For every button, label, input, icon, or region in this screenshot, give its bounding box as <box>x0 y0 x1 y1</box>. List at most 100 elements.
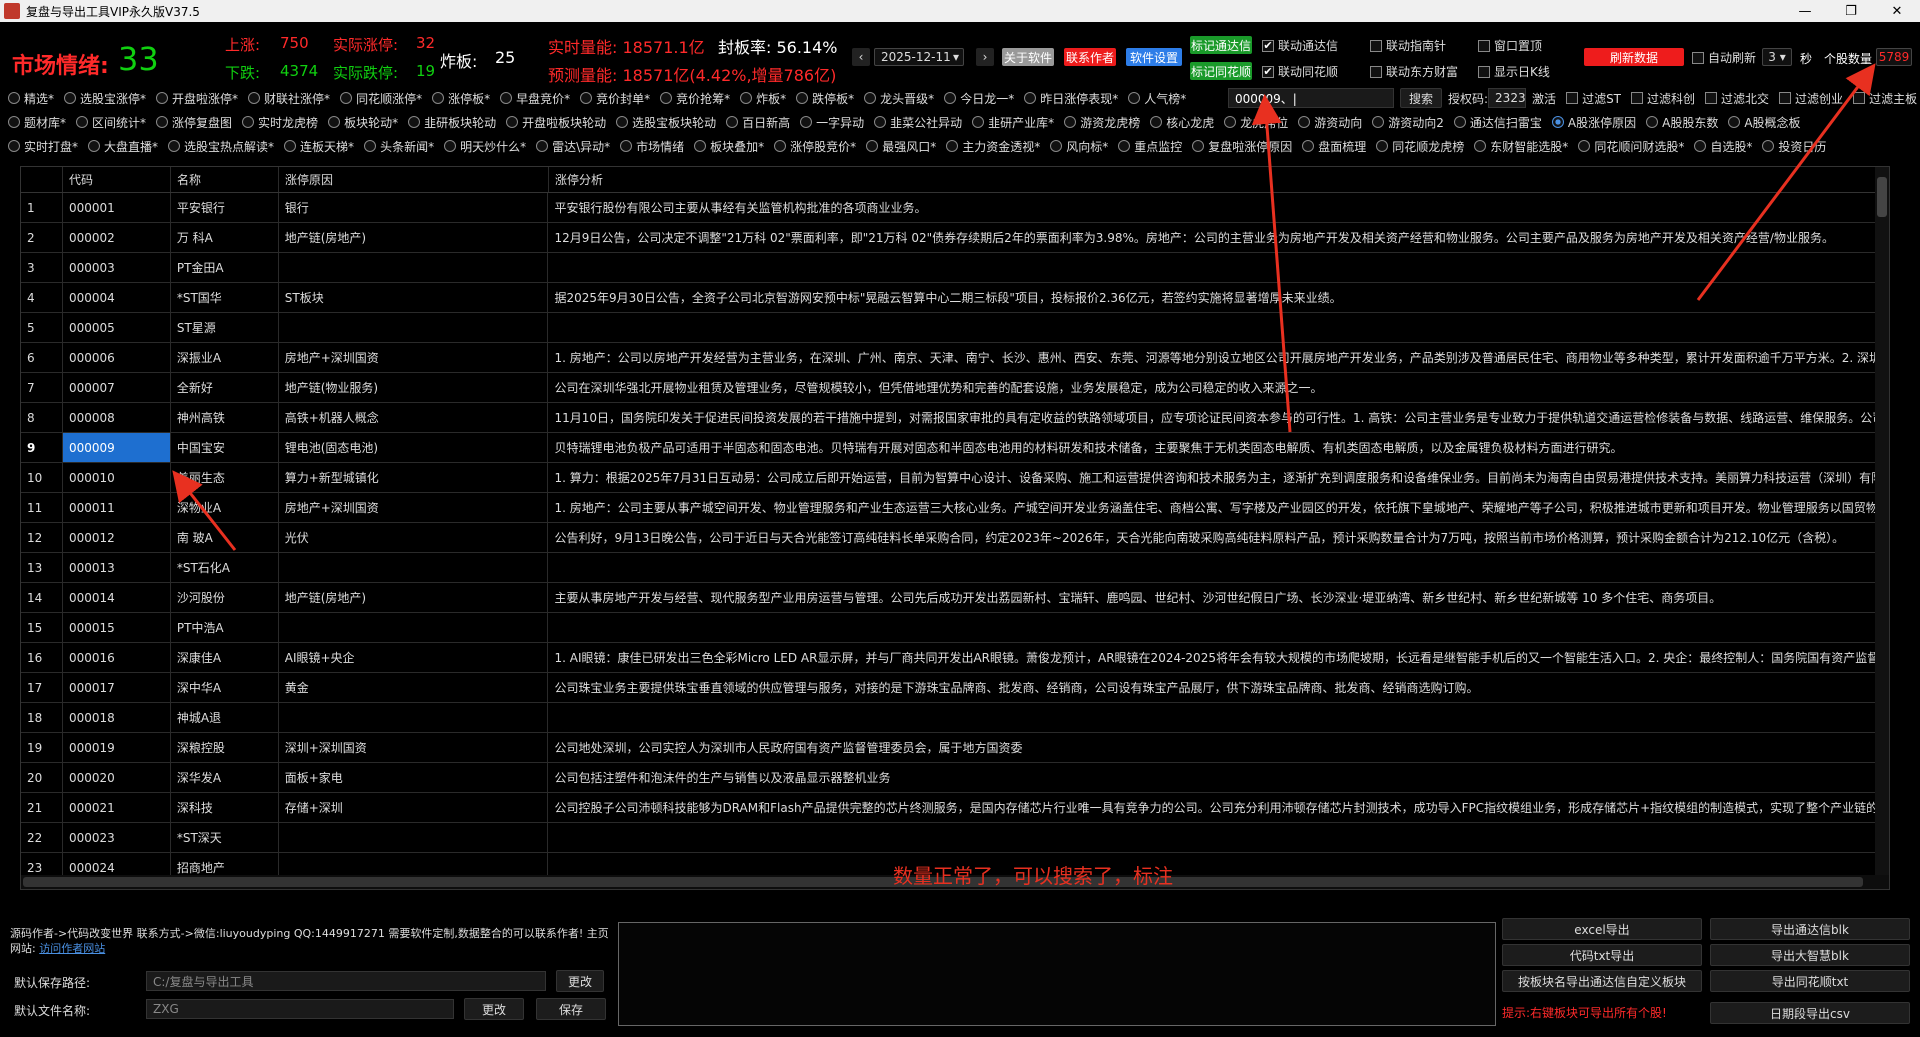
stock-name[interactable]: 神城A退 <box>171 703 279 732</box>
limit-up-reason[interactable]: 锂电池(固态电池) <box>279 433 549 462</box>
window-top-toggle[interactable]: 窗口置顶 <box>1478 37 1542 54</box>
limit-up-analysis[interactable]: 公司珠宝业务主要提供珠宝垂直领域的供应管理与服务，对接的是下游珠宝品牌商、批发商… <box>548 673 1889 702</box>
limit-up-analysis[interactable]: 11月10日，国务院印发关于促进民间投资发展的若干措施中提到，对需报国家审批的具… <box>548 403 1889 432</box>
next-date-button[interactable]: › <box>976 48 994 66</box>
limit-up-analysis[interactable]: 1. 房地产：公司以房地产开发经营为主营业务，在深圳、广州、南京、天津、南宁、长… <box>548 343 1889 372</box>
stock-name[interactable]: 深粮控股 <box>171 733 279 762</box>
filter-r2-15[interactable]: 游资动向 <box>1298 114 1362 131</box>
stock-code[interactable]: 000019 <box>63 733 171 762</box>
filter-r2-17[interactable]: 通达信扫雷宝 <box>1453 114 1542 131</box>
filter-r1-2[interactable]: 开盘啦涨停* <box>156 90 238 107</box>
row-index[interactable]: 13 <box>21 553 63 582</box>
filter-r1-4[interactable]: 同花顺涨停* <box>340 90 422 107</box>
filter-r1-13[interactable]: 昨日涨停表现* <box>1024 90 1118 107</box>
stock-code[interactable]: 000001 <box>63 193 171 222</box>
filter-r3-12[interactable]: 风向标* <box>1050 138 1108 155</box>
stock-code[interactable]: 000021 <box>63 793 171 822</box>
row-index[interactable]: 6 <box>21 343 63 372</box>
stock-name[interactable]: 深华发A <box>171 763 279 792</box>
limit-up-reason[interactable]: 面板+家电 <box>279 763 549 792</box>
filter-r2-4[interactable]: 板块轮动* <box>328 114 398 131</box>
link-znz-toggle[interactable]: 联动指南针 <box>1370 37 1446 54</box>
filter-r1-3[interactable]: 财联社涨停* <box>248 90 330 107</box>
filter-r3-7[interactable]: 市场情绪 <box>620 138 684 155</box>
filter-r3-17[interactable]: 东财智能选股* <box>1474 138 1568 155</box>
limit-up-reason[interactable]: 存储+深圳 <box>279 793 549 822</box>
vertical-scrollbar[interactable] <box>1875 167 1889 889</box>
limit-up-analysis[interactable] <box>548 313 1889 342</box>
code-txt-export-button[interactable]: 代码txt导出 <box>1502 944 1702 966</box>
stock-name[interactable]: 深中华A <box>171 673 279 702</box>
stock-name[interactable]: 深振业A <box>171 343 279 372</box>
table-row[interactable]: 9 000009 中国宝安 锂电池(固态电池) 贝特瑞锂电池负极产品可适用于半固态和固态… <box>21 433 1889 463</box>
stock-code[interactable]: 000006 <box>63 343 171 372</box>
limit-up-reason[interactable] <box>279 613 549 642</box>
file-name-input[interactable]: ZXG <box>146 999 454 1019</box>
table-row[interactable]: 1 000001 平安银行 银行 平安银行股份有限公司主要从事经有关监管机构批准的各项商… <box>21 193 1889 223</box>
table-row[interactable]: 13 000013 *ST石化A <box>21 553 1889 583</box>
stock-code[interactable]: 000005 <box>63 313 171 342</box>
limit-up-analysis[interactable] <box>548 823 1889 852</box>
stock-name[interactable]: 美丽生态 <box>171 463 279 492</box>
link-dfcf-toggle[interactable]: 联动东方财富 <box>1370 63 1458 80</box>
table-row[interactable]: 20 000020 深华发A 面板+家电 公司包括注塑件和泡沫件的生产与销售以及液晶显示… <box>21 763 1889 793</box>
filter-r3-10[interactable]: 最强风口* <box>866 138 936 155</box>
stock-code[interactable]: 000002 <box>63 223 171 252</box>
limit-up-analysis[interactable]: 平安银行股份有限公司主要从事经有关监管机构批准的各项商业业务。 <box>548 193 1889 222</box>
filter-r3-11[interactable]: 主力资金透视* <box>946 138 1040 155</box>
filter-r2-11[interactable]: 韭研产业库* <box>972 114 1054 131</box>
limit-up-analysis[interactable]: 1. AI眼镜：康佳已研发出三色全彩Micro LED AR显示屏，并与厂商共同… <box>548 643 1889 672</box>
stock-name[interactable]: 深物业A <box>171 493 279 522</box>
filter-r3-20[interactable]: 投资日历 <box>1762 138 1826 155</box>
filter-r3-0[interactable]: 实时打盘* <box>8 138 78 155</box>
row-index[interactable]: 8 <box>21 403 63 432</box>
row-index[interactable]: 4 <box>21 283 63 312</box>
filter-r2-1[interactable]: 区间统计* <box>76 114 146 131</box>
row-index[interactable]: 14 <box>21 583 63 612</box>
stock-name[interactable]: 神州高铁 <box>171 403 279 432</box>
filter-r2-5[interactable]: 韭研板块轮动 <box>408 114 496 131</box>
header-name[interactable]: 名称 <box>171 167 279 192</box>
filter-r3-13[interactable]: 重点监控 <box>1118 138 1182 155</box>
stock-code[interactable]: 000016 <box>63 643 171 672</box>
filter-r3-18[interactable]: 同花顺问财选股* <box>1578 138 1684 155</box>
row-index[interactable]: 16 <box>21 643 63 672</box>
limit-up-analysis[interactable]: 贝特瑞锂电池负极产品可适用于半固态和固态电池。贝特瑞有开展对固态和半固态电池用的… <box>548 433 1889 462</box>
limit-up-analysis[interactable]: 公司包括注塑件和泡沫件的生产与销售以及液晶显示器整机业务 <box>548 763 1889 792</box>
table-row[interactable]: 14 000014 沙河股份 地产链(房地产) 主要从事房地产开发与经营、现代服务型产业… <box>21 583 1889 613</box>
stock-name[interactable]: 万 科A <box>171 223 279 252</box>
limit-up-analysis[interactable]: 公司控股子公司沛顿科技能够为DRAM和Flash产品提供完整的芯片终测服务，是国… <box>548 793 1889 822</box>
mark-tdx-button[interactable]: 标记通达信 <box>1190 36 1252 54</box>
limit-up-reason[interactable]: 房地产+深圳国资 <box>279 343 549 372</box>
header-reason[interactable]: 涨停原因 <box>279 167 549 192</box>
stock-name[interactable]: 深科技 <box>171 793 279 822</box>
refresh-data-button[interactable]: 刷新数据 <box>1584 48 1684 66</box>
filter-r2-8[interactable]: 百日新高 <box>726 114 790 131</box>
stock-code[interactable]: 000008 <box>63 403 171 432</box>
limit-up-reason[interactable] <box>279 553 549 582</box>
limit-up-reason[interactable] <box>279 823 549 852</box>
limit-up-reason[interactable]: 房地产+深圳国资 <box>279 493 549 522</box>
stock-name[interactable]: 全新好 <box>171 373 279 402</box>
prev-date-button[interactable]: ‹ <box>852 48 870 66</box>
table-row[interactable]: 17 000017 深中华A 黄金 公司珠宝业务主要提供珠宝垂直领域的供应管理与服务，对… <box>21 673 1889 703</box>
filter-r2-19[interactable]: A股股东数 <box>1646 114 1718 131</box>
header-code[interactable]: 代码 <box>63 167 171 192</box>
activate-button[interactable]: 激活 <box>1532 90 1556 107</box>
limit-up-reason[interactable]: 地产链(物业服务) <box>279 373 549 402</box>
row-index[interactable]: 20 <box>21 763 63 792</box>
stock-name[interactable]: 中国宝安 <box>171 433 279 462</box>
filter-r2-3[interactable]: 实时龙虎榜 <box>242 114 318 131</box>
search-button[interactable]: 搜索 <box>1400 88 1442 108</box>
limit-up-reason[interactable]: ST板块 <box>279 283 549 312</box>
limit-up-reason[interactable] <box>279 703 549 732</box>
filter-r3-14[interactable]: 复盘啦涨停原因 <box>1192 138 1292 155</box>
filter-r3-2[interactable]: 选股宝热点解读* <box>168 138 274 155</box>
filter-r2-16[interactable]: 游资动向2 <box>1372 114 1444 131</box>
limit-up-analysis[interactable]: 据2025年9月30日公告，全资子公司北京智游网安预中标"晃融云智算中心二期三标… <box>548 283 1889 312</box>
header-index[interactable] <box>21 167 63 192</box>
limit-up-reason[interactable]: 深圳+深圳国资 <box>279 733 549 762</box>
stock-name[interactable]: ST星源 <box>171 313 279 342</box>
table-row[interactable]: 6 000006 深振业A 房地产+深圳国资 1. 房地产：公司以房地产开发经营为主营业… <box>21 343 1889 373</box>
filter-r2-13[interactable]: 核心龙虎 <box>1150 114 1214 131</box>
